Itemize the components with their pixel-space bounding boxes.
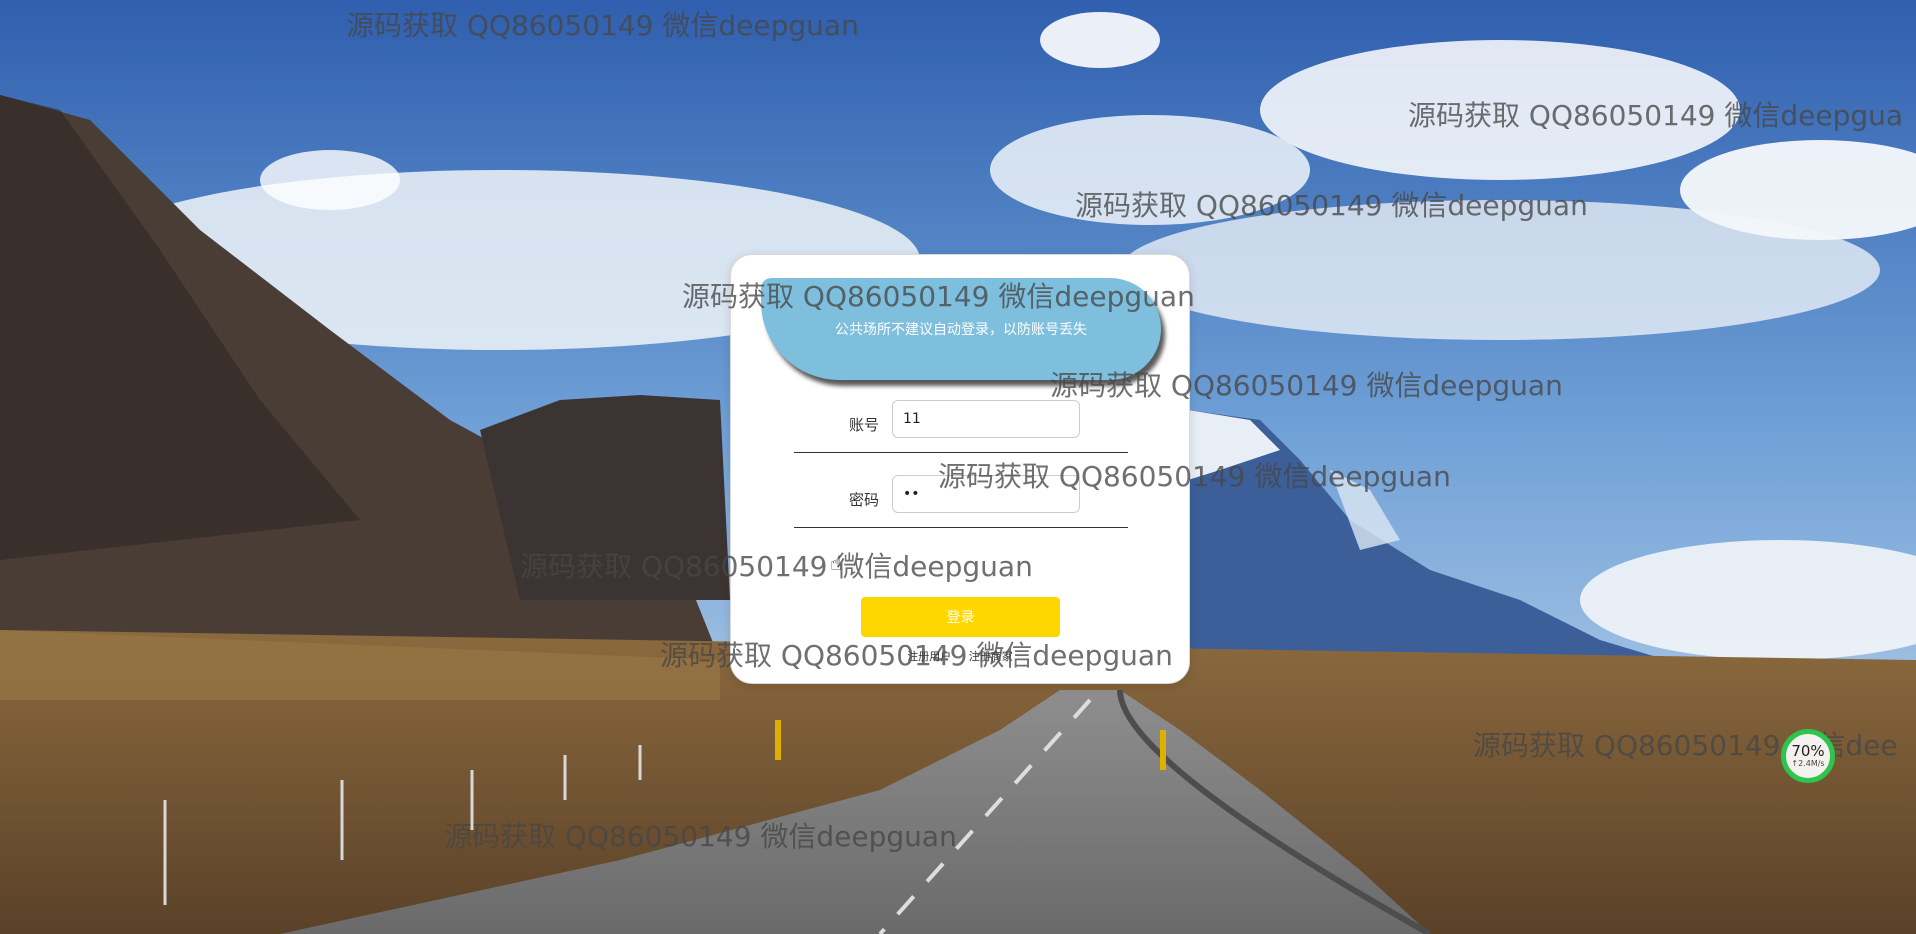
login-card: 公共场所不建议自动登录，以防账号丢失 账号 密码 ☝ 登录 注册用户 注册商家 — [730, 254, 1190, 684]
speed-percent: 70% — [1791, 742, 1825, 760]
account-label: 账号 — [848, 416, 879, 434]
login-notice-banner: 公共场所不建议自动登录，以防账号丢失 — [761, 278, 1161, 380]
speed-rate: ↑2.4M/s — [1791, 759, 1825, 768]
password-label: 密码 — [848, 491, 879, 509]
password-input[interactable] — [892, 475, 1080, 513]
notice-text: 公共场所不建议自动登录，以防账号丢失 — [835, 322, 1087, 338]
password-row: 密码 — [794, 469, 1128, 528]
register-merchant-link[interactable]: 注册商家 — [969, 650, 1013, 663]
register-user-link[interactable]: 注册用户 — [907, 650, 951, 663]
network-speed-widget[interactable]: 70% ↑2.4M/s — [1781, 729, 1835, 783]
register-links: 注册用户 注册商家 — [731, 648, 1189, 664]
hand-cursor-icon: ☝ — [830, 551, 843, 575]
account-input[interactable] — [892, 400, 1080, 438]
login-button[interactable]: 登录 — [861, 597, 1060, 637]
account-row: 账号 — [794, 394, 1128, 453]
